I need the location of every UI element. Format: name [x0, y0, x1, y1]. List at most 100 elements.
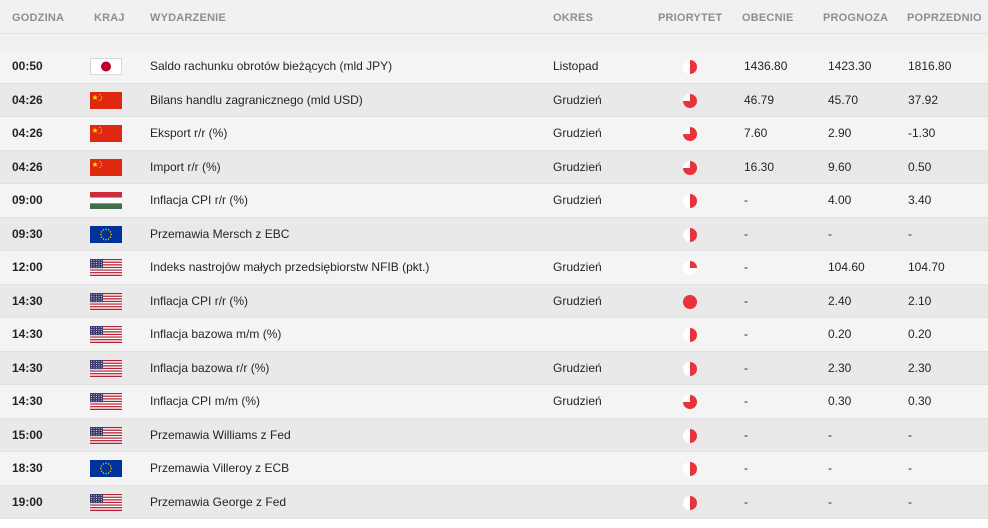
china-flag-icon [90, 158, 122, 176]
actual-value: 16.30 [744, 159, 775, 174]
actual-value: - [744, 394, 748, 408]
previous-value: -1.30 [908, 126, 936, 140]
previous-value: 0.30 [908, 394, 932, 408]
table-row[interactable]: 04:26 Bilans handlu zagranicznego (mld US… [0, 83, 988, 117]
priority-icon [682, 93, 698, 109]
event-period: Grudzień [553, 394, 602, 408]
table-row[interactable]: 14:30 Inflacja bazowa r/r (%) Grudzień - 2.3… [0, 351, 988, 385]
priority-icon [682, 227, 698, 243]
header-forecast[interactable]: PROGNOZA [823, 12, 888, 24]
table-row[interactable]: 09:30 Przemawia Mersch z EBC - - - [0, 217, 988, 251]
event-period: Grudzień [553, 293, 602, 308]
forecast-value: - [828, 226, 832, 241]
priority-icon [682, 394, 698, 410]
actual-value: 1436.80 [744, 59, 788, 73]
event-time: 04:26 [12, 126, 43, 140]
header-previous[interactable]: POPRZEDNIO [907, 12, 982, 24]
usa-flag-icon [90, 426, 122, 444]
table-row[interactable]: 09:00 Inflacja CPI r/r (%) Grudzień - 4.00 3.… [0, 184, 988, 218]
actual-value: - [744, 427, 748, 442]
event-name[interactable]: Inflacja CPI r/r (%) [150, 184, 248, 217]
table-header: GODZINA KRAJ WYDARZENIE OKRES PRIORYTET … [0, 0, 988, 34]
previous-value: 3.40 [908, 193, 932, 207]
header-priority[interactable]: PRIORYTET [658, 12, 722, 24]
priority-icon [682, 260, 698, 276]
previous-value: 2.30 [908, 360, 932, 375]
china-flag-icon [90, 91, 122, 109]
event-period: Grudzień [553, 193, 602, 207]
actual-value: - [744, 226, 748, 241]
previous-value: 2.10 [908, 293, 932, 308]
event-name[interactable]: Indeks nastrojów małych przedsiębiorstw … [150, 251, 429, 284]
forecast-value: 0.20 [828, 327, 852, 341]
event-period: Grudzień [553, 159, 602, 174]
event-name[interactable]: Inflacja CPI r/r (%) [150, 285, 248, 318]
actual-value: - [744, 494, 748, 509]
header-period[interactable]: OKRES [553, 12, 593, 24]
event-name[interactable]: Inflacja bazowa m/m (%) [150, 318, 281, 351]
event-name[interactable]: Eksport r/r (%) [150, 117, 227, 150]
table-row[interactable]: 19:00 Przemawia George z Fed - - - [0, 485, 988, 519]
event-name[interactable]: Przemawia Williams z Fed [150, 419, 291, 452]
event-name[interactable]: Przemawia Villeroy z ECB [150, 452, 289, 485]
event-period: Listopad [553, 59, 599, 73]
event-time: 14:30 [12, 293, 43, 308]
table-row[interactable]: 15:00 Przemawia Williams z Fed - - - [0, 418, 988, 452]
event-period: Grudzień [553, 126, 602, 140]
event-name[interactable]: Przemawia George z Fed [150, 486, 286, 519]
event-time: 09:30 [12, 226, 43, 241]
event-name[interactable]: Import r/r (%) [150, 151, 221, 184]
header-time[interactable]: GODZINA [12, 12, 64, 24]
actual-value: - [744, 360, 748, 375]
priority-icon [682, 193, 698, 209]
event-name[interactable]: Przemawia Mersch z EBC [150, 218, 289, 251]
previous-value: 0.20 [908, 327, 932, 341]
event-name[interactable]: Saldo rachunku obrotów bieżących (mld JP… [150, 50, 392, 83]
event-name[interactable]: Bilans handlu zagranicznego (mld USD) [150, 84, 363, 117]
actual-value: - [744, 193, 748, 207]
previous-value: 104.70 [908, 260, 945, 274]
table-row[interactable]: 18:30 Przemawia Villeroy z ECB - - - [0, 452, 988, 486]
header-spacer [0, 34, 988, 50]
table-row[interactable]: 12:00 Indeks nastrojów małych przedsiębio… [0, 251, 988, 285]
event-time: 14:30 [12, 327, 43, 341]
event-time: 04:26 [12, 92, 43, 107]
event-time: 19:00 [12, 494, 43, 509]
previous-value: - [908, 427, 912, 442]
header-event[interactable]: WYDARZENIE [150, 12, 226, 24]
previous-value: 1816.80 [908, 59, 952, 73]
table-row[interactable]: 14:30 Inflacja bazowa m/m (%) - 0.20 0.20 [0, 318, 988, 352]
actual-value: - [744, 461, 748, 475]
china-flag-icon [90, 125, 122, 142]
event-name[interactable]: Inflacja bazowa r/r (%) [150, 352, 269, 385]
table-row[interactable]: 00:50 Saldo rachunku obrotów bieżących (m… [0, 50, 988, 84]
table-row[interactable]: 04:26 Eksport r/r (%) Grudzień 7.60 2.90 -1.3… [0, 117, 988, 151]
table-row[interactable]: 14:30 Inflacja CPI m/m (%) Grudzień - 0.30 0.… [0, 385, 988, 419]
actual-value: 46.79 [744, 92, 775, 107]
forecast-value: 9.60 [828, 159, 852, 174]
header-country[interactable]: KRAJ [94, 12, 125, 24]
priority-icon [682, 361, 698, 377]
table-row[interactable]: 04:26 Import r/r (%) Grudzień 16.30 9.60 0.50 [0, 150, 988, 184]
forecast-value: 2.40 [828, 293, 852, 308]
event-time: 12:00 [12, 260, 43, 274]
event-period: Grudzień [553, 92, 602, 107]
event-period: Grudzień [553, 360, 602, 375]
usa-flag-icon [90, 359, 122, 377]
forecast-value: - [828, 494, 832, 509]
previous-value: - [908, 461, 912, 475]
previous-value: - [908, 494, 912, 509]
event-time: 18:30 [12, 461, 43, 475]
event-name[interactable]: Inflacja CPI m/m (%) [150, 385, 260, 418]
forecast-value: - [828, 461, 832, 475]
priority-icon [682, 461, 698, 477]
forecast-value: 0.30 [828, 394, 852, 408]
actual-value: 7.60 [744, 126, 768, 140]
header-actual[interactable]: OBECNIE [742, 12, 794, 24]
table-row[interactable]: 14:30 Inflacja CPI r/r (%) Grudzień - 2.40 2.… [0, 284, 988, 318]
event-time: 00:50 [12, 59, 43, 73]
priority-icon [682, 428, 698, 444]
event-time: 09:00 [12, 193, 43, 207]
forecast-value: 45.70 [828, 92, 859, 107]
priority-icon [682, 59, 698, 75]
